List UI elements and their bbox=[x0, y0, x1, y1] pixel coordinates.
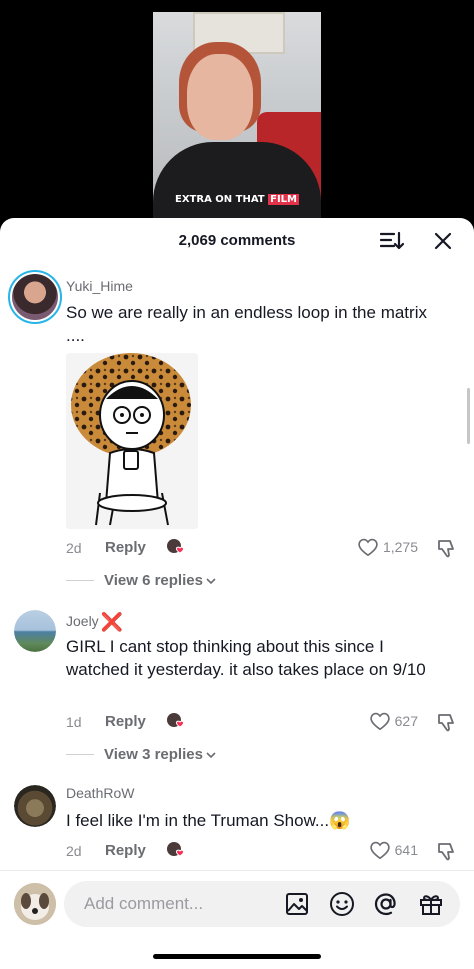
comment-username[interactable]: Yuki_Hime bbox=[66, 278, 133, 294]
heart-icon bbox=[369, 841, 390, 860]
avatar[interactable] bbox=[14, 785, 56, 827]
username-badge: ❌ bbox=[100, 612, 124, 632]
dislike-icon[interactable] bbox=[436, 711, 458, 733]
reply-button[interactable]: Reply bbox=[105, 842, 146, 859]
like-count: 627 bbox=[394, 713, 418, 729]
comment-username[interactable]: DeathRoW bbox=[66, 785, 134, 801]
add-comment-input[interactable] bbox=[64, 881, 460, 927]
view-replies-label: View 6 replies bbox=[104, 572, 203, 589]
video-preview[interactable]: EXTRA ON THAT FILM bbox=[0, 0, 474, 230]
replies-divider bbox=[66, 754, 94, 755]
comment-meta: 2d Reply 1,275 bbox=[66, 537, 460, 561]
creator-liked-icon bbox=[167, 539, 185, 554]
comment-input-bar bbox=[0, 870, 474, 940]
close-icon[interactable] bbox=[432, 230, 454, 252]
comment-age: 2d bbox=[66, 540, 82, 556]
comment-text-body: I feel like I'm in the Truman Show... bbox=[66, 811, 330, 830]
caption-text: EXTRA ON THAT bbox=[175, 194, 265, 205]
chevron-down-icon bbox=[206, 577, 216, 584]
video-frame[interactable]: EXTRA ON THAT FILM bbox=[153, 12, 321, 224]
view-replies-label: View 3 replies bbox=[104, 746, 203, 763]
comment-text: I feel like I'm in the Truman Show...😱 bbox=[66, 809, 446, 832]
home-indicator[interactable] bbox=[153, 954, 321, 959]
caption-highlight: FILM bbox=[268, 194, 299, 205]
comment-text: GIRL I cant stop thinking about this sin… bbox=[66, 637, 426, 679]
sort-icon[interactable] bbox=[380, 230, 404, 252]
username-text: Joely bbox=[66, 613, 99, 629]
comment-age: 1d bbox=[66, 714, 82, 730]
emoji-icon[interactable] bbox=[329, 891, 355, 917]
scream-emoji: 😱 bbox=[329, 811, 351, 830]
creator-liked-icon bbox=[167, 842, 185, 857]
person-shirt bbox=[153, 142, 321, 224]
image-icon[interactable] bbox=[284, 891, 310, 917]
gift-icon[interactable] bbox=[418, 891, 444, 917]
like-button[interactable]: 641 bbox=[369, 840, 418, 860]
chevron-down-icon bbox=[206, 751, 216, 758]
my-avatar[interactable] bbox=[14, 883, 56, 925]
like-button[interactable]: 627 bbox=[369, 711, 418, 731]
heart-icon bbox=[358, 538, 378, 557]
video-caption: EXTRA ON THAT FILM bbox=[153, 194, 321, 205]
dislike-icon[interactable] bbox=[436, 840, 458, 862]
sticker-image bbox=[66, 353, 198, 529]
view-replies-button[interactable]: View 3 replies bbox=[66, 746, 217, 763]
view-replies-button[interactable]: View 6 replies bbox=[66, 572, 217, 589]
like-button[interactable]: 1,275 bbox=[357, 537, 418, 557]
avatar-image bbox=[12, 274, 58, 320]
comment-age: 2d bbox=[66, 843, 82, 859]
reply-button[interactable]: Reply bbox=[105, 713, 146, 730]
sheet-header: 2,069 comments bbox=[0, 218, 474, 264]
avatar-image bbox=[14, 610, 56, 652]
comment-sticker[interactable] bbox=[66, 353, 198, 529]
avatar-image bbox=[14, 785, 56, 827]
comments-sheet: 2,069 comments Yuki_Hime So we are reall… bbox=[0, 218, 474, 969]
heart-icon bbox=[369, 712, 390, 731]
comment-username[interactable]: Joely ❌ bbox=[66, 610, 124, 632]
dislike-icon[interactable] bbox=[436, 537, 458, 559]
creator-liked-icon bbox=[167, 713, 185, 728]
my-avatar-image bbox=[14, 883, 56, 925]
mention-icon[interactable] bbox=[373, 891, 399, 917]
person-face bbox=[187, 54, 253, 140]
avatar[interactable] bbox=[8, 270, 62, 324]
comment-meta: 1d Reply 627 bbox=[66, 711, 460, 735]
reply-button[interactable]: Reply bbox=[105, 539, 146, 556]
scrollbar[interactable] bbox=[467, 388, 470, 444]
comment-meta: 2d Reply 641 bbox=[66, 840, 460, 864]
like-count: 1,275 bbox=[382, 539, 418, 555]
avatar[interactable] bbox=[14, 610, 56, 652]
replies-divider bbox=[66, 580, 94, 581]
like-count: 641 bbox=[394, 842, 418, 858]
comment-text: So we are really in an endless loop in t… bbox=[66, 303, 427, 345]
